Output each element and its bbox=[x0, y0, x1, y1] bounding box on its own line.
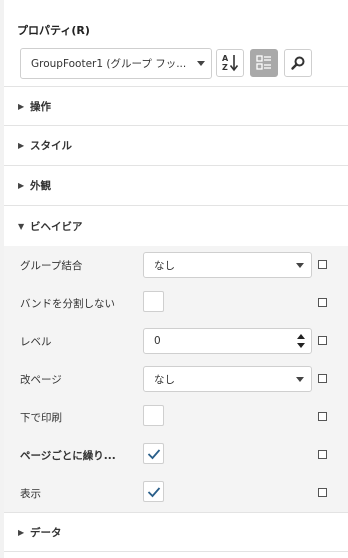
chevron-down-icon bbox=[289, 376, 311, 382]
property-label: 表示 bbox=[20, 488, 41, 500]
object-selector[interactable]: GroupFooter1 (グループ フッ... bbox=[20, 48, 212, 79]
spinner-icon[interactable] bbox=[291, 329, 311, 353]
search-button[interactable] bbox=[284, 49, 312, 77]
property-row-visible: 表示 bbox=[4, 474, 348, 512]
checkmark-icon bbox=[147, 448, 160, 459]
panel-title: プロパティ(R) bbox=[17, 24, 90, 37]
reset-checkbox[interactable] bbox=[318, 336, 327, 345]
section-label: データ bbox=[30, 526, 62, 539]
search-icon bbox=[291, 56, 305, 70]
group-keep-combo[interactable]: なし bbox=[143, 252, 312, 278]
expand-arrow-icon: ▶ bbox=[18, 181, 25, 190]
repeat-every-page-checkbox[interactable] bbox=[143, 443, 164, 464]
keep-together-checkbox[interactable] bbox=[143, 291, 164, 312]
reset-checkbox[interactable] bbox=[318, 260, 327, 269]
property-label: レベル bbox=[20, 336, 52, 348]
collapse-arrow-icon: ▼ bbox=[18, 221, 25, 231]
property-row-repeat-every-page: ページごとに繰り... bbox=[4, 436, 348, 474]
property-label: バンドを分割しない bbox=[20, 298, 116, 310]
chevron-down-icon bbox=[191, 61, 211, 66]
reset-checkbox[interactable] bbox=[318, 488, 327, 497]
visible-checkbox[interactable] bbox=[143, 481, 164, 502]
section-label: スタイル bbox=[30, 140, 72, 152]
reset-checkbox[interactable] bbox=[318, 412, 327, 421]
section-appearance[interactable]: ▶ 外観 bbox=[4, 166, 348, 206]
property-label: グループ結合 bbox=[20, 260, 83, 272]
categorized-view-icon bbox=[256, 55, 271, 70]
section-action[interactable]: ▶ 操作 bbox=[4, 86, 348, 126]
reset-checkbox[interactable] bbox=[318, 298, 327, 307]
number-value: 0 bbox=[154, 335, 161, 347]
section-label: 操作 bbox=[30, 100, 51, 113]
property-row-level: レベル 0 bbox=[4, 322, 348, 360]
property-label: ページごとに繰り... bbox=[20, 450, 116, 462]
properties-panel: プロパティ(R) GroupFooter1 (グループ フッ... A Z ▶ bbox=[4, 0, 348, 558]
sort-az-icon: A Z bbox=[222, 54, 239, 72]
chevron-down-icon bbox=[289, 262, 311, 268]
property-row-group-keep: グループ結合 なし bbox=[4, 246, 348, 284]
combo-value: なし bbox=[154, 259, 175, 272]
print-at-bottom-checkbox[interactable] bbox=[143, 405, 164, 426]
property-label: 改ページ bbox=[20, 374, 62, 386]
section-label: ビヘイビア bbox=[30, 220, 83, 233]
object-selector-value: GroupFooter1 (グループ フッ... bbox=[31, 58, 187, 70]
section-data[interactable]: ▶ データ bbox=[4, 512, 348, 552]
expand-arrow-icon: ▶ bbox=[18, 527, 25, 537]
property-row-page-break: 改ページ なし bbox=[4, 360, 348, 398]
expand-arrow-icon: ▶ bbox=[18, 141, 25, 150]
section-style[interactable]: ▶ スタイル bbox=[4, 126, 348, 166]
categorized-view-button[interactable] bbox=[250, 49, 278, 77]
property-label: 下で印刷 bbox=[20, 412, 62, 424]
svg-text:A: A bbox=[222, 54, 229, 63]
level-number-input[interactable]: 0 bbox=[143, 328, 312, 354]
section-behavior[interactable]: ▼ ビヘイビア bbox=[4, 206, 348, 246]
page-break-combo[interactable]: なし bbox=[143, 366, 312, 392]
checkmark-icon bbox=[147, 486, 160, 497]
svg-text:Z: Z bbox=[222, 63, 228, 72]
property-row-keep-together: バンドを分割しない bbox=[4, 284, 348, 322]
property-row-print-at-bottom: 下で印刷 bbox=[4, 398, 348, 436]
sort-alphabetical-button[interactable]: A Z bbox=[216, 49, 244, 77]
reset-checkbox[interactable] bbox=[318, 374, 327, 383]
section-label: 外観 bbox=[30, 180, 51, 192]
behavior-properties: グループ結合 なし バンドを分割しない レベル 0 改ページ なし 下で印刷 ペ… bbox=[4, 246, 348, 512]
expand-arrow-icon: ▶ bbox=[18, 101, 25, 111]
combo-value: なし bbox=[154, 373, 175, 386]
reset-checkbox[interactable] bbox=[318, 450, 327, 459]
